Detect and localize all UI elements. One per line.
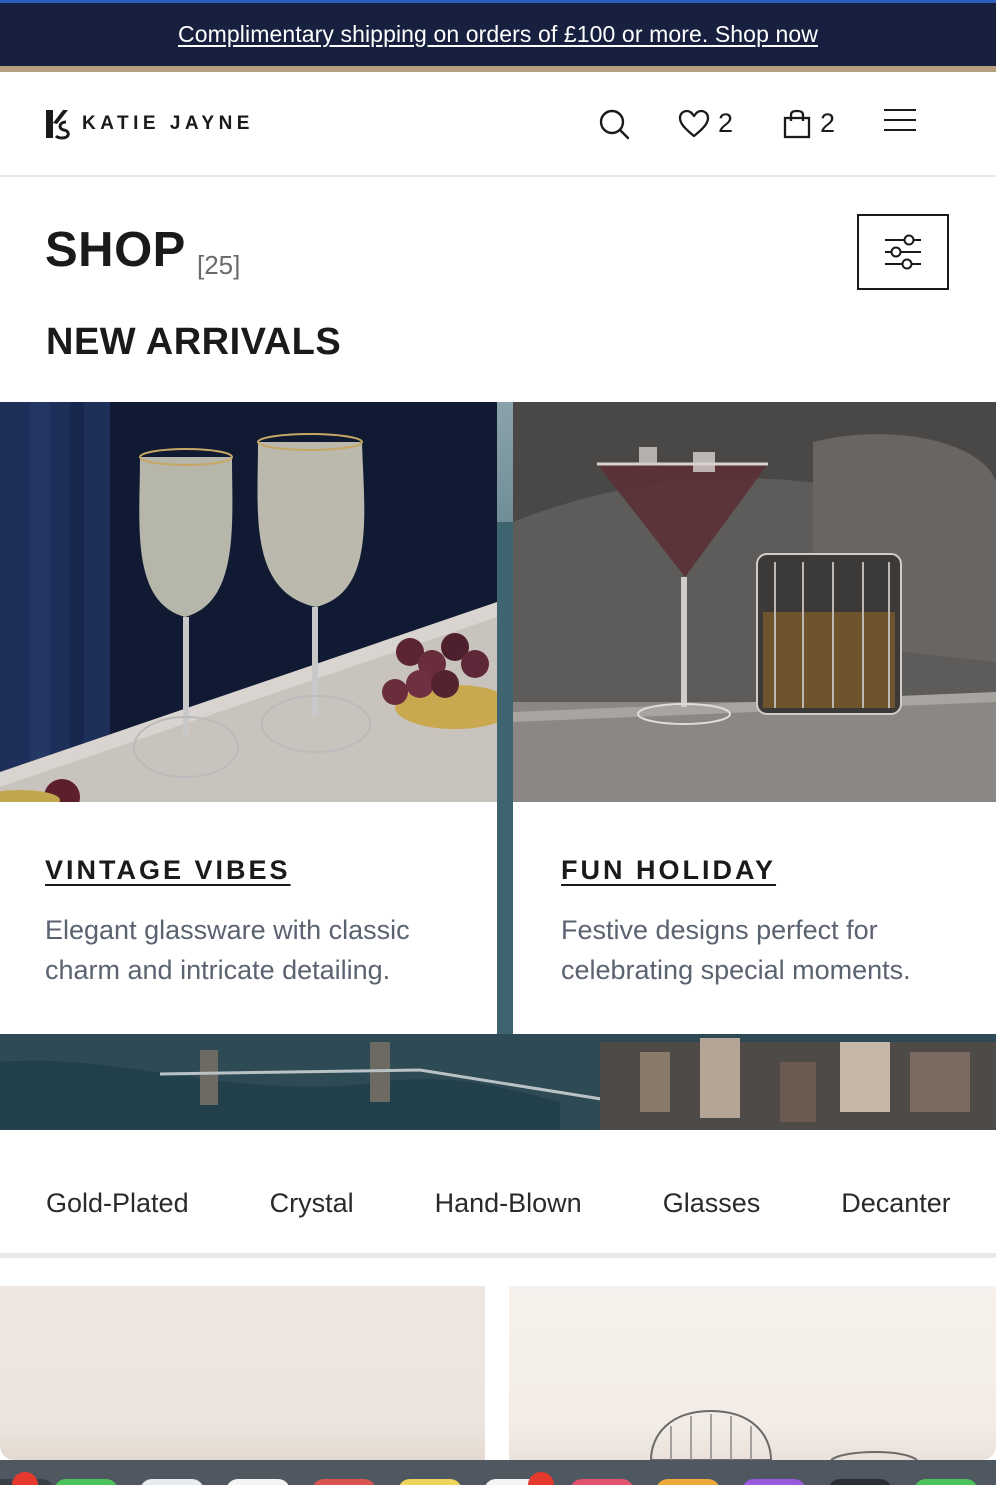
filter-button[interactable] <box>857 214 949 290</box>
dock-app-icon[interactable] <box>398 1479 462 1485</box>
category-glasses[interactable]: Glasses <box>663 1188 761 1219</box>
free-shipping-link[interactable]: Complimentary shipping on orders of £100… <box>178 21 818 48</box>
brand-logo[interactable]: KATIE JAYNE <box>44 107 254 141</box>
filter-sliders-icon <box>885 234 921 270</box>
product-tile[interactable] <box>0 1286 485 1460</box>
search-icon <box>599 109 630 140</box>
wishlist-count: 2 <box>718 108 734 138</box>
collection-image <box>513 402 996 802</box>
search-button[interactable] <box>598 108 630 140</box>
dock-app-icon[interactable] <box>656 1479 720 1485</box>
product-tile[interactable] <box>509 1286 996 1460</box>
collection-title[interactable]: FUN HOLIDAY <box>561 855 776 886</box>
collection-title[interactable]: VINTAGE VIBES <box>45 855 291 886</box>
shopping-bag-button[interactable]: 2 <box>782 108 835 139</box>
notification-badge <box>528 1472 554 1485</box>
menu-button[interactable] <box>883 108 917 134</box>
category-list: Gold-Plated Crystal Hand-Blown Glasses D… <box>46 1188 950 1219</box>
collection-image <box>0 402 497 802</box>
collection-card-fun-holiday[interactable]: FUN HOLIDAY Festive designs perfect for … <box>513 402 996 1034</box>
heart-icon <box>678 109 710 137</box>
wishlist-button[interactable]: 2 <box>678 108 733 139</box>
dock-app-icon[interactable] <box>140 1479 204 1485</box>
dock-app-icon[interactable] <box>742 1479 806 1485</box>
hamburger-menu-icon <box>884 109 916 131</box>
shopping-bag-icon <box>783 109 811 138</box>
dock-app-icon[interactable] <box>54 1479 118 1485</box>
category-decanters[interactable]: Decanters <box>841 1188 950 1219</box>
collection-description: Elegant glassware with classic charm and… <box>45 915 410 985</box>
collection-card-vintage-vibes[interactable]: VINTAGE VIBES Elegant glassware with cla… <box>0 402 497 1034</box>
category-hand-blown[interactable]: Hand-Blown <box>435 1188 582 1219</box>
dock-app-icon[interactable] <box>570 1479 634 1485</box>
category-gold-plated[interactable]: Gold-Plated <box>46 1188 189 1219</box>
site-header: KATIE JAYNE 2 2 <box>0 72 996 177</box>
dock-app-icon[interactable] <box>226 1479 290 1485</box>
brand-monogram-icon <box>46 110 70 140</box>
dock-app-icon[interactable] <box>312 1479 376 1485</box>
category-crystal[interactable]: Crystal <box>270 1188 354 1219</box>
category-filter-strip: Gold-Plated Crystal Hand-Blown Glasses D… <box>0 1130 996 1258</box>
notification-badge <box>12 1472 38 1485</box>
collection-description: Festive designs perfect for celebrating … <box>561 915 911 985</box>
dock-app-icon[interactable] <box>828 1479 892 1485</box>
product-count: [25] <box>197 250 241 280</box>
new-arrivals-feature: VINTAGE VIBES Elegant glassware with cla… <box>0 402 996 1130</box>
product-image <box>649 1409 918 1460</box>
section-title: NEW ARRIVALS <box>46 321 342 363</box>
os-dock <box>0 1460 996 1485</box>
bag-count: 2 <box>820 108 836 138</box>
page-title: SHOP <box>45 223 186 277</box>
brand-name: KATIE JAYNE <box>82 113 254 134</box>
dock-app-icon[interactable] <box>914 1479 978 1485</box>
announcement-bar: Complimentary shipping on orders of £100… <box>0 0 996 66</box>
